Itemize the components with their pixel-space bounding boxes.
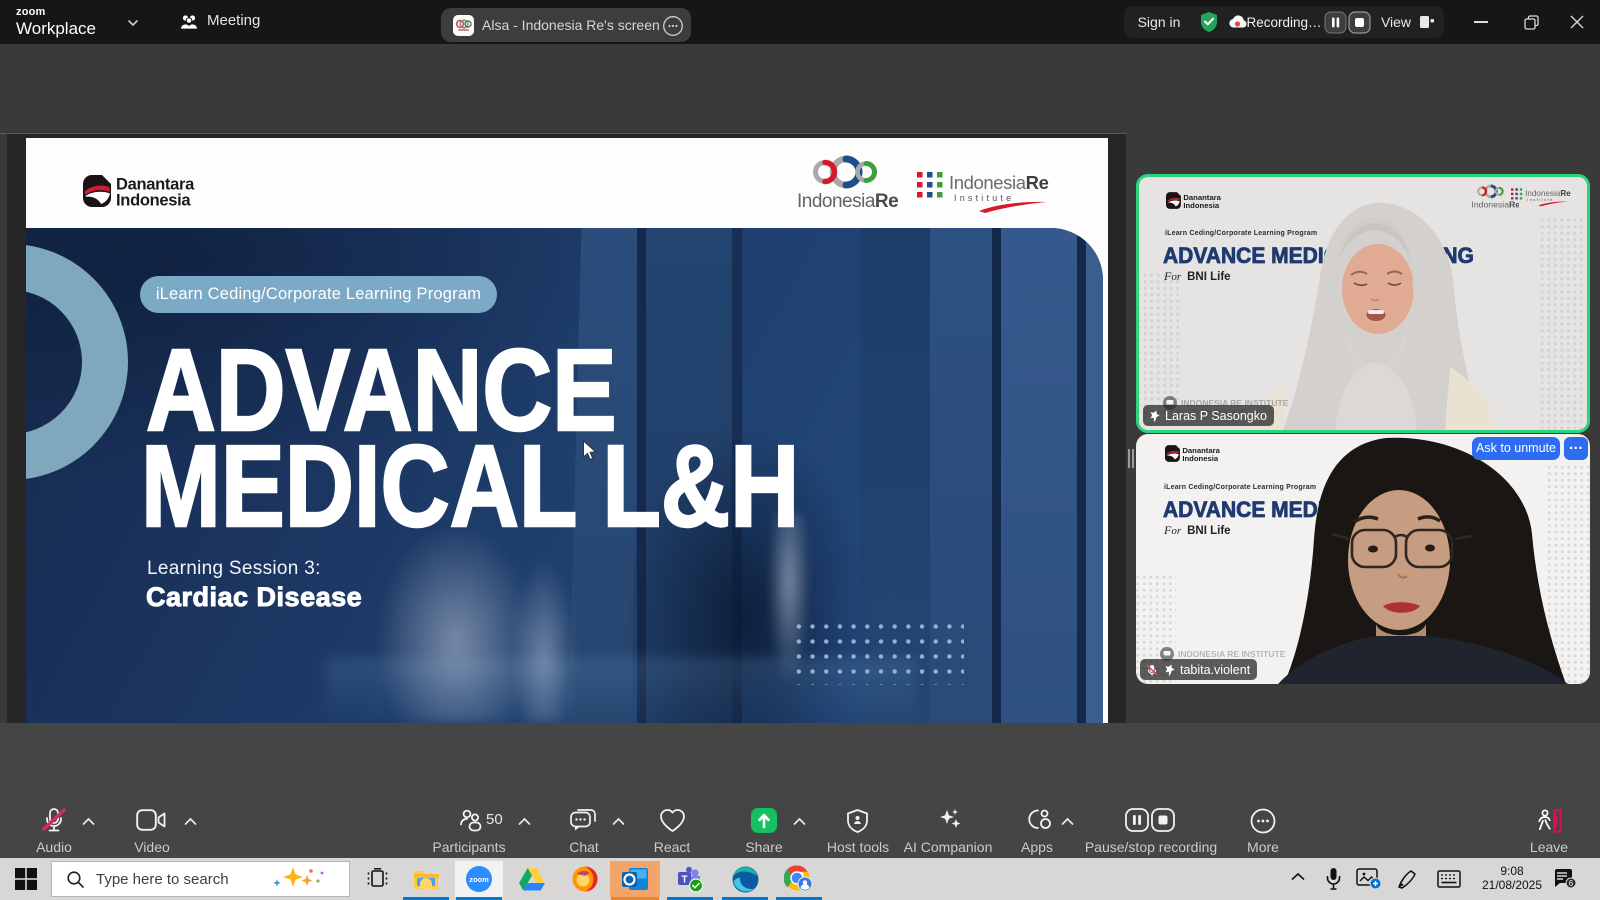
svg-text:INDONESIA RE INSTITUTE: INDONESIA RE INSTITUTE bbox=[1178, 649, 1286, 659]
svg-text:IndonesiaRe: IndonesiaRe bbox=[797, 191, 898, 212]
svg-text:IndonesiaRe: IndonesiaRe bbox=[949, 172, 1049, 193]
svg-text:Indonesia: Indonesia bbox=[116, 192, 191, 210]
svg-text:6: 6 bbox=[1569, 879, 1574, 888]
svg-text:Institute: Institute bbox=[954, 193, 1014, 203]
svg-text:T: T bbox=[681, 874, 687, 885]
svg-text:zoom: zoom bbox=[469, 875, 489, 884]
